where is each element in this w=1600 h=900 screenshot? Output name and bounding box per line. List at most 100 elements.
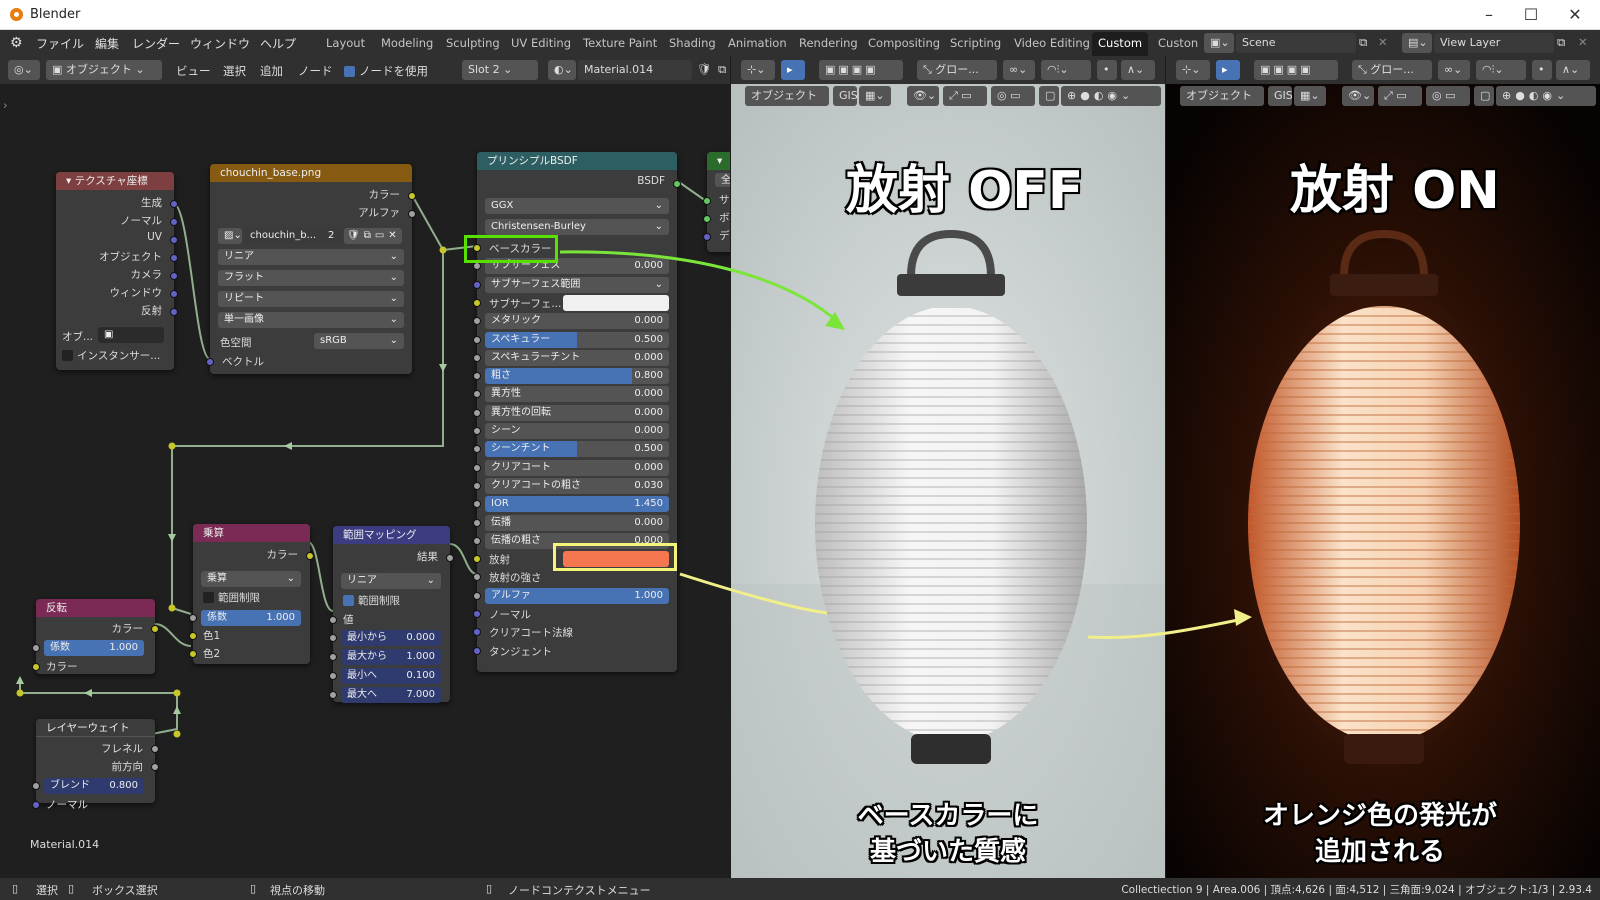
node-invert[interactable]: 反転 カラー 係数 1.000 カラー — [32, 599, 159, 674]
bsdf-field-15[interactable]: 伝播 0.000 — [485, 514, 669, 531]
view-layer-field[interactable]: View Layer — [1434, 33, 1554, 53]
maximize-button[interactable]: ☐ — [1516, 4, 1546, 26]
transform-orientation-dropdown[interactable]: ⤡ グロー... — [917, 60, 997, 80]
from-max-field[interactable]: 最大から 1.000 — [341, 649, 441, 665]
socket-in-19[interactable] — [473, 591, 481, 600]
bsdf-field-2[interactable]: サブサーフェス範囲 ⌄ — [485, 276, 669, 293]
image-actions-icons[interactable]: 🛡⧉▭✕ — [344, 228, 402, 244]
proportional-edit-icon[interactable]: ◠⫶⌄ — [1476, 60, 1526, 80]
tab-animation[interactable]: Animation — [728, 36, 787, 50]
object-mode-dropdown[interactable]: オブジェクト — [745, 86, 829, 106]
to-max-field[interactable]: 最大へ 7.000 — [341, 687, 441, 703]
material-copy-icon[interactable]: ⧉ — [718, 62, 726, 77]
socket-in-vector[interactable] — [206, 358, 214, 366]
tab-scripting[interactable]: Scripting — [950, 36, 1001, 50]
select-tool-icon[interactable]: ▸ — [1216, 60, 1240, 80]
socket-in-11[interactable] — [473, 445, 481, 454]
projection-dropdown[interactable]: フラット ⌄ — [218, 270, 404, 286]
menu-render[interactable]: レンダー — [132, 35, 180, 52]
overlay-icon[interactable]: ◎ ▭ — [991, 86, 1035, 106]
node-texture-coordinate[interactable]: ▾ テクスチャ座標 生成 ノーマル UV オブジェクト カメラ ウィンドウ 反射… — [56, 172, 178, 370]
socket-out-color[interactable] — [151, 625, 159, 633]
slot-dropdown[interactable]: Slot 2 ⌄ — [462, 60, 538, 80]
instancer-checkbox[interactable]: インスタンサー... — [62, 348, 160, 363]
tab-layout[interactable]: Layout — [326, 36, 365, 50]
source-dropdown[interactable]: 単一画像 ⌄ — [218, 312, 404, 328]
object-mode-dropdown[interactable]: オブジェクト — [1180, 86, 1264, 106]
output-target-dropdown[interactable]: 全 — [715, 173, 730, 187]
image-name-field[interactable]: chouchin_b... — [244, 228, 332, 244]
tab-uv-editing[interactable]: UV Editing — [511, 36, 571, 50]
menu-add[interactable]: 追加 — [260, 63, 283, 79]
scene-field[interactable]: Scene — [1236, 33, 1356, 53]
subsurface-color-swatch[interactable] — [563, 294, 669, 311]
bsdf-field-6[interactable]: スペキュラーチント 0.000 — [485, 349, 669, 366]
menu-file[interactable]: ファイル — [36, 35, 84, 52]
left-collapse-arrow[interactable]: › — [3, 98, 8, 112]
clamp-checkbox[interactable]: 範囲制限 — [343, 593, 400, 608]
to-min-field[interactable]: 最小へ 0.100 — [341, 668, 441, 684]
transform-pivot-icon[interactable]: ⊹⌄ — [1176, 60, 1210, 80]
gis-menu[interactable]: GIS — [833, 86, 857, 106]
gizmo-icon[interactable]: ⤢ ▭ — [1378, 86, 1422, 106]
bsdf-field-8[interactable]: 異方性 0.000 — [485, 386, 669, 403]
socket-in-10[interactable] — [473, 427, 481, 435]
tab-sculpting[interactable]: Sculpting — [446, 36, 500, 50]
extension-dropdown[interactable]: リピート ⌄ — [218, 291, 404, 307]
socket-in-9[interactable] — [473, 408, 481, 417]
scene-remove-icon[interactable]: ✕ — [1378, 35, 1388, 49]
overlay-dot-icon[interactable]: • — [1532, 60, 1552, 80]
menu-edit[interactable]: 編集 — [95, 35, 119, 52]
factor-field[interactable]: 係数 1.000 — [44, 640, 144, 656]
bsdf-field-4[interactable]: メタリック 0.000 — [485, 313, 669, 330]
bsdf-field-14[interactable]: IOR 1.450 — [485, 496, 669, 513]
object-mode-dropdown[interactable]: ▣ オブジェクト ⌄ — [46, 60, 162, 80]
bsdf-field-13[interactable]: クリアコートの粗さ 0.030 — [485, 477, 669, 494]
socket-in-8[interactable] — [473, 390, 481, 399]
fake-user-icon[interactable]: 🛡 — [697, 62, 712, 76]
socket-in-normal[interactable] — [32, 801, 40, 809]
bsdf-field-5[interactable]: スペキュラー 0.500 — [485, 331, 669, 348]
xray-icon[interactable]: ▢ — [1039, 86, 1059, 106]
socket-out-bsdf[interactable] — [673, 180, 681, 188]
selection-mode-icons[interactable]: ▣▣▣▣ — [819, 60, 903, 80]
socket-in-color2[interactable] — [189, 650, 197, 658]
tab-custom[interactable]: Custom — [1092, 32, 1149, 56]
gis-icon[interactable]: ▦⌄ — [1294, 86, 1326, 106]
tab-shading[interactable]: Shading — [669, 36, 716, 50]
tab-video-editing[interactable]: Video Editing — [1014, 36, 1090, 50]
overlay-dot-icon[interactable]: • — [1097, 60, 1117, 80]
snap-icon[interactable]: ∞⌄ — [1438, 60, 1470, 80]
colorspace-dropdown[interactable]: sRGB ⌄ — [314, 333, 404, 349]
node-material-output[interactable]: ▾ 全 サ ボ デ — [703, 152, 730, 252]
menu-node[interactable]: ノード — [298, 63, 333, 79]
socket-in-3[interactable] — [473, 298, 481, 307]
socket-in-12[interactable] — [473, 463, 481, 472]
tab-rendering[interactable]: Rendering — [799, 36, 858, 50]
shading-mode-icons[interactable]: ⊕●◐◉⌄ — [1496, 86, 1596, 106]
socket-in-4[interactable] — [473, 317, 481, 326]
factor-field[interactable]: 係数 1.000 — [201, 610, 301, 626]
socket-out[interactable] — [170, 218, 178, 226]
socket-in-13[interactable] — [473, 481, 481, 490]
view-layer-copy-icon[interactable]: ⧉ — [1557, 35, 1565, 50]
socket-in-22[interactable] — [473, 646, 481, 655]
socket-in-5[interactable] — [473, 335, 481, 344]
minimize-button[interactable]: – — [1474, 4, 1504, 26]
transform-pivot-icon[interactable]: ⊹⌄ — [741, 60, 775, 80]
select-tool-icon[interactable]: ▸ — [781, 60, 805, 80]
interpolation-dropdown[interactable]: リニア ⌄ — [341, 573, 441, 589]
socket-in-blend[interactable] — [32, 782, 40, 790]
image-browse-icon[interactable]: ▨⌄ — [218, 228, 242, 244]
bsdf-field-7[interactable]: 粗さ 0.800 — [485, 368, 669, 385]
socket-in[interactable] — [329, 653, 337, 661]
socket-in-6[interactable] — [473, 353, 481, 362]
gizmo-icon[interactable]: ⤢ ▭ — [943, 86, 987, 106]
socket-in[interactable] — [329, 691, 337, 699]
falloff-icon[interactable]: ∧⌄ — [1121, 60, 1155, 80]
socket-in-21[interactable] — [473, 628, 481, 637]
from-min-field[interactable]: 最小から 0.000 — [341, 630, 441, 646]
overlay-icon[interactable]: ◎ ▭ — [1426, 86, 1470, 106]
clamp-checkbox[interactable]: 範囲制限 — [203, 590, 260, 605]
scene-selector-icon[interactable]: ▣⌄ — [1204, 33, 1234, 53]
